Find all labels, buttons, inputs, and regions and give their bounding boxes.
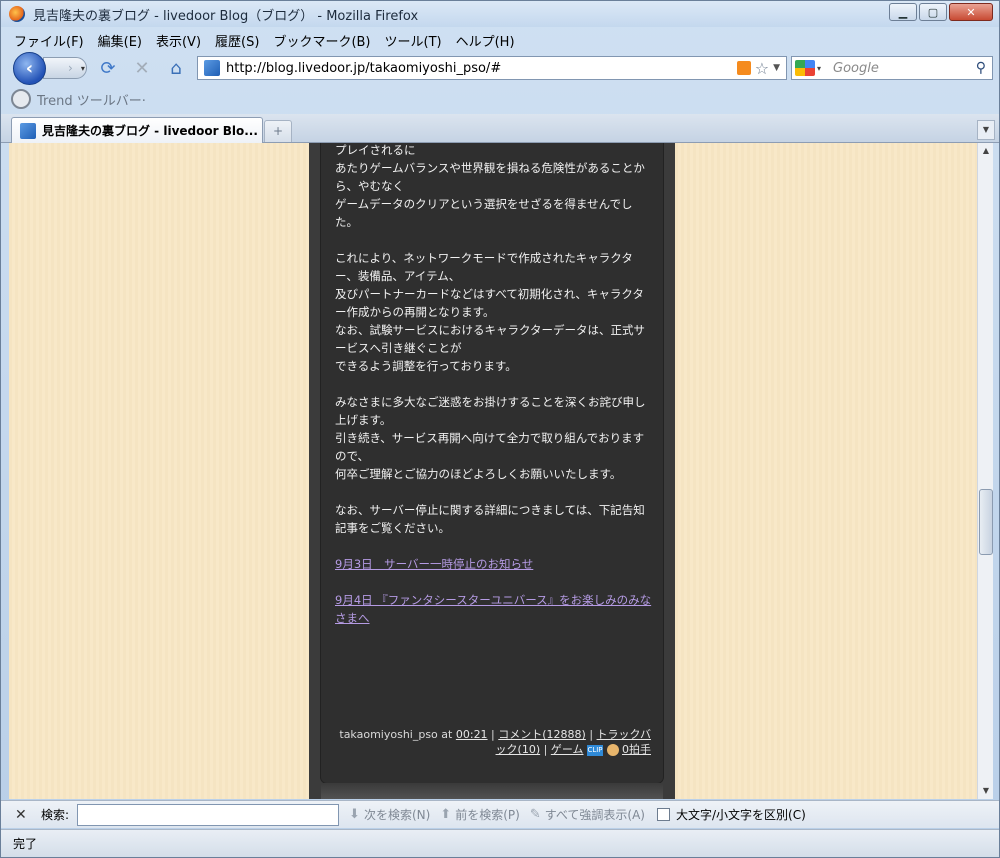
find-bar: ✕ 検索: ⬇ 次を検索(N) ⬆ 前を検索(P) ✎ すべて強調表示(A) 大文字/… <box>1 800 999 828</box>
menu-bookmarks[interactable]: ブックマーク(B) <box>266 29 377 50</box>
status-bar: 完了 <box>1 829 999 857</box>
trend-label[interactable]: Trend ツールバー· <box>37 90 146 109</box>
arrow-up-icon: ⬆ <box>440 807 452 822</box>
blog-column: プレイされるに あたりゲームバランスや世界観を損ねる危険性があることから、やむな… <box>309 143 675 799</box>
bookmark-star-icon[interactable]: ☆ <box>755 59 769 78</box>
search-icon[interactable]: ⚲ <box>976 60 986 76</box>
tab-strip: 見吉隆夫の裏ブログ - livedoor Blo... + ▼ <box>1 114 999 143</box>
site-favicon <box>204 60 220 76</box>
menu-help[interactable]: ヘルプ(H) <box>449 29 522 50</box>
firefox-icon <box>9 6 25 22</box>
post-link-notice[interactable]: 9月4日 『ファンタシースターユニバース』をお楽しみのみなさまへ <box>335 591 655 627</box>
menu-tools[interactable]: ツール(T) <box>378 29 449 50</box>
trend-icon[interactable] <box>11 89 31 109</box>
home-icon[interactable]: ⌂ <box>165 57 187 79</box>
find-next-button[interactable]: ⬇ 次を検索(N) <box>349 806 430 823</box>
url-bar[interactable]: http://blog.livedoor.jp/takaomiyoshi_pso… <box>197 56 787 80</box>
vertical-scrollbar[interactable]: ▲ ▼ <box>977 143 993 799</box>
menu-view[interactable]: 表示(V) <box>149 29 208 50</box>
search-bar[interactable]: ▾ Google ⚲ <box>791 56 993 80</box>
close-button[interactable]: ✕ <box>949 3 993 21</box>
post-time-link[interactable]: 00:21 <box>456 728 488 741</box>
browser-window: 見吉隆夫の裏ブログ - livedoor Blog（ブログ） - Mozilla… <box>0 0 1000 858</box>
post-footer: takaomiyoshi_pso at 00:21 | コメント(12888) … <box>339 728 651 756</box>
status-text: 完了 <box>13 837 38 851</box>
post-author: takaomiyoshi_pso <box>339 728 438 741</box>
tab-list-button[interactable]: ▼ <box>977 120 995 140</box>
clip-icon[interactable]: CLIP <box>587 744 603 756</box>
post-paragraph: みなさまに多大なご迷惑をお掛けすることを深くお詫び申し上げます。 引き続き、サー… <box>335 395 646 481</box>
scroll-down-icon[interactable]: ▼ <box>978 783 994 799</box>
highlight-all-button[interactable]: ✎ すべて強調表示(A) <box>530 806 645 823</box>
page-content: プレイされるに あたりゲームバランスや世界観を損ねる危険性があることから、やむな… <box>9 143 977 799</box>
post-at: at <box>441 728 453 741</box>
scroll-thumb[interactable] <box>979 489 993 555</box>
find-prev-button[interactable]: ⬆ 前を検索(P) <box>440 806 520 823</box>
close-findbar-icon[interactable]: ✕ <box>15 807 31 823</box>
menu-bar: ファイル(F) 編集(E) 表示(V) 履歴(S) ブックマーク(B) ツール(… <box>7 29 522 50</box>
trend-toolbar: Trend ツールバー· <box>11 88 146 110</box>
rss-icon[interactable] <box>736 61 751 75</box>
arrow-down-icon: ⬇ <box>349 807 360 822</box>
menu-file[interactable]: ファイル(F) <box>7 29 91 50</box>
highlighter-icon: ✎ <box>529 807 541 822</box>
match-case-label[interactable]: 大文字/小文字を区別(C) <box>676 806 806 823</box>
minimize-button[interactable]: ▁ <box>889 3 917 21</box>
tab-favicon <box>20 122 36 139</box>
post-link-server-stop[interactable]: 9月3日 サーバー一時停止のお知らせ <box>335 555 655 573</box>
title-bar: 見吉隆夫の裏ブログ - livedoor Blog（ブログ） - Mozilla… <box>1 1 999 27</box>
url-text[interactable]: http://blog.livedoor.jp/takaomiyoshi_pso… <box>226 61 737 76</box>
stop-icon[interactable]: ✕ <box>131 57 153 79</box>
reload-icon[interactable]: ⟳ <box>97 57 119 79</box>
match-case-checkbox[interactable] <box>656 808 670 821</box>
maximize-button[interactable]: ▢ <box>919 3 947 21</box>
url-dropdown-icon[interactable]: ▼ <box>773 63 780 73</box>
tab-label: 見吉隆夫の裏ブログ - livedoor Blo... <box>42 124 258 138</box>
hakushu-icon[interactable] <box>606 744 619 756</box>
search-input[interactable]: Google <box>833 61 976 76</box>
menu-history[interactable]: 履歴(S) <box>208 29 266 50</box>
find-input[interactable] <box>77 803 340 826</box>
post-paragraph: プレイされるに あたりゲームバランスや世界観を損ねる危険性があることから、やむな… <box>335 143 645 229</box>
forward-button[interactable]: › ▾ <box>43 57 87 79</box>
find-label: 検索: <box>41 808 70 822</box>
post-paragraph: これにより、ネットワークモードで作成されたキャラクター、装備品、アイテム、 及び… <box>335 251 646 373</box>
post-body: プレイされるに あたりゲームバランスや世界観を損ねる危険性があることから、やむな… <box>335 143 655 645</box>
hakushu-link[interactable]: 0拍手 <box>622 743 651 756</box>
menu-edit[interactable]: 編集(E) <box>91 29 149 50</box>
back-button[interactable]: ‹ <box>13 52 46 85</box>
scroll-up-icon[interactable]: ▲ <box>978 143 994 159</box>
comments-link[interactable]: コメント(12888) <box>498 728 586 741</box>
google-icon[interactable] <box>795 60 815 76</box>
new-tab-button[interactable]: + <box>264 120 292 142</box>
blog-post: プレイされるに あたりゲームバランスや世界観を損ねる危険性があることから、やむな… <box>321 143 663 783</box>
post-paragraph: なお、サーバー停止に関する詳細につきましては、下記告知記事をご覧ください。 <box>335 503 645 535</box>
navigation-toolbar: › ▾ ‹ ⟳ ✕ ⌂ http://blog.livedoor.jp/takao… <box>7 51 995 85</box>
category-link[interactable]: ゲーム <box>551 743 584 756</box>
post-bottom-edge <box>321 783 663 799</box>
tab-blog[interactable]: 見吉隆夫の裏ブログ - livedoor Blo... <box>11 117 263 143</box>
window-title: 見吉隆夫の裏ブログ - livedoor Blog（ブログ） - Mozilla… <box>33 8 419 24</box>
